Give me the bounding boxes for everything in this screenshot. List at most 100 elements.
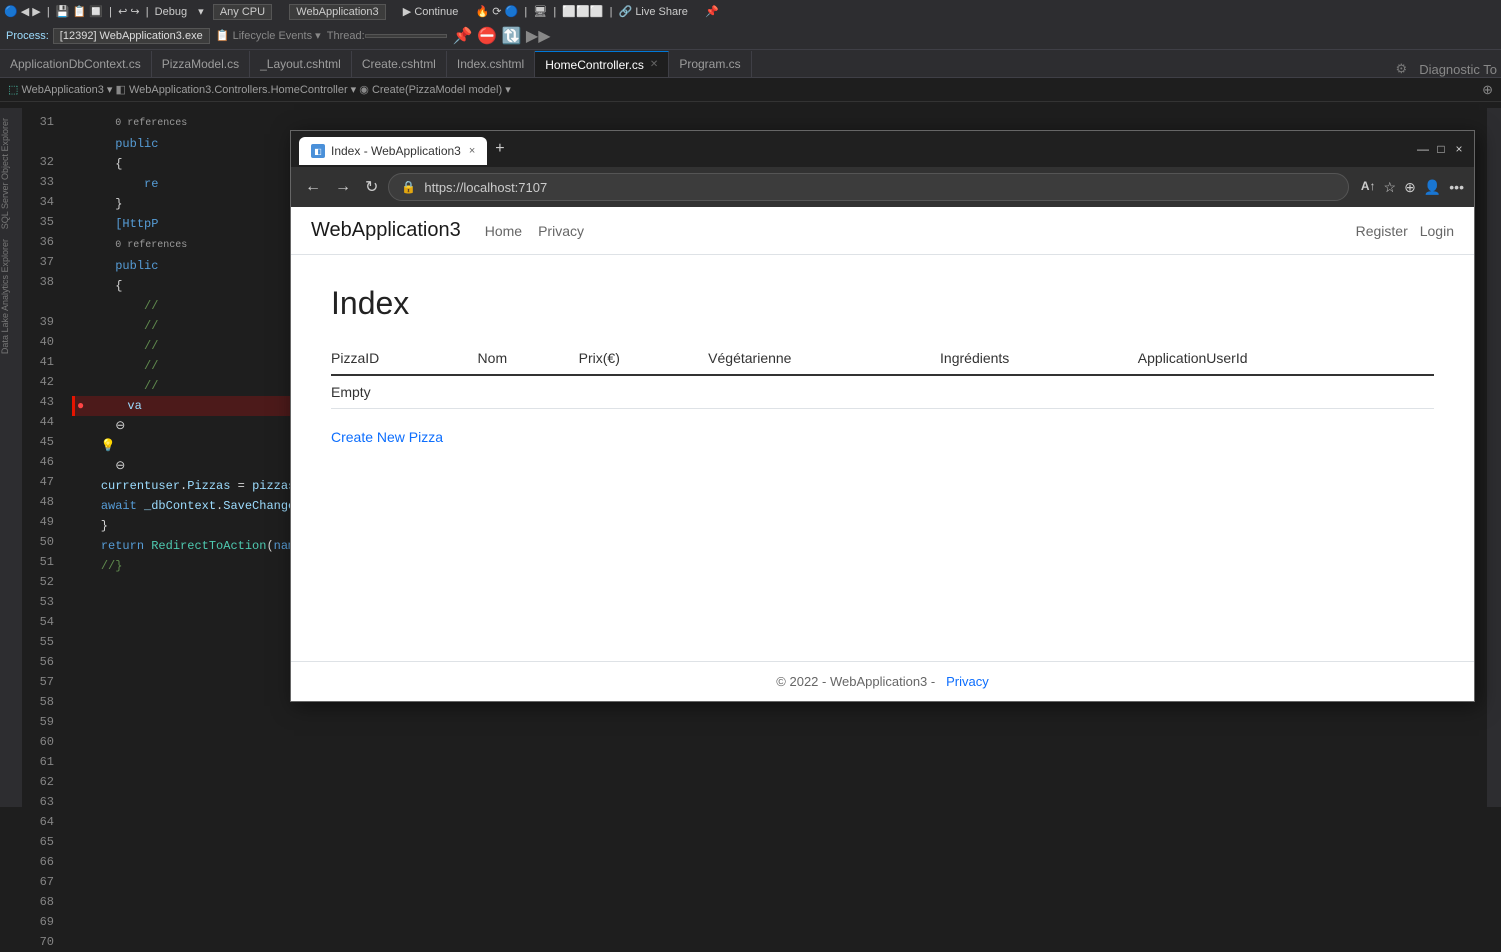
right-scrollbar[interactable] — [1487, 108, 1501, 807]
breadcrumb-project[interactable]: WebApplication3 — [21, 84, 103, 96]
lifecycle-label: 📋 Lifecycle Events ▾ — [216, 29, 321, 42]
left-sidebar: SQL Server Object Explorer Data Lake Ana… — [0, 108, 22, 807]
webapp-brand[interactable]: WebApplication3 — [311, 219, 461, 242]
line-num-68: 68 — [22, 892, 54, 912]
profile-icon[interactable]: 👤 — [1424, 179, 1441, 196]
diagnostic-sidebar-toggle[interactable]: Diagnostic To — [1415, 62, 1501, 77]
cpu-selector[interactable]: Any CPU — [213, 4, 272, 20]
line-num-ref: . — [22, 132, 54, 152]
line-num-46: 46 — [22, 452, 54, 472]
login-link[interactable]: Login — [1420, 223, 1454, 239]
line-num-67: 67 — [22, 872, 54, 892]
tab-create[interactable]: Create.cshtml — [352, 51, 447, 77]
tab-program[interactable]: Program.cs — [669, 51, 751, 77]
thread-value[interactable] — [365, 34, 447, 38]
tab-pizzamodel[interactable]: PizzaModel.cs — [152, 51, 250, 77]
line-num-40: 40 — [22, 332, 54, 352]
close-tab-icon[interactable]: ✕ — [650, 59, 658, 70]
line-number-column: 31 . 32 33 34 35 36 37 38 . 39 40 41 42 … — [22, 108, 58, 807]
code-line-40: public — [72, 256, 290, 276]
thread-label: Thread: — [327, 30, 365, 42]
line-num-60: 60 — [22, 732, 54, 752]
debug-menu[interactable]: Debug — [155, 6, 187, 18]
code-line-69: return RedirectToAction(nameof(Index)); — [72, 536, 290, 556]
new-tab-button[interactable]: + — [491, 136, 508, 162]
register-link[interactable]: Register — [1356, 223, 1408, 239]
col-pizzaid: PizzaID — [331, 342, 478, 375]
line-num-44: 44 — [22, 412, 54, 432]
window-close-button[interactable]: × — [1452, 142, 1466, 156]
tab-layout[interactable]: _Layout.cshtml — [250, 51, 352, 77]
tab-homecontroller[interactable]: HomeController.cs ✕ — [535, 51, 669, 77]
code-line-33: { — [72, 154, 290, 174]
ide-process-toolbar: Process: [12392] WebApplication3.exe 📋 L… — [0, 22, 1501, 50]
editor-breadcrumb: ⬚ WebApplication3 ▾ ◧ WebApplication3.Co… — [0, 78, 1501, 102]
add-file-icon[interactable]: ⊕ — [1482, 82, 1493, 98]
more-icon[interactable]: ••• — [1449, 179, 1464, 196]
browser-tab-index[interactable]: ◧ Index - WebApplication3 × — [299, 137, 487, 165]
nav-link-privacy[interactable]: Privacy — [538, 223, 584, 239]
nav-link-home[interactable]: Home — [485, 223, 522, 239]
line-num-54: 54 — [22, 612, 54, 632]
line-num-39: 39 — [22, 312, 54, 332]
line-num-55: 55 — [22, 632, 54, 652]
continue-btn[interactable]: Continue — [414, 6, 458, 18]
line-num-42: 42 — [22, 372, 54, 392]
ide-menu-items: 🔵 ◀ ▶ | 💾 📋 🔲 | ↩ ↪ | Debug ▾ Any CPU We… — [4, 5, 719, 18]
line-num-57: 57 — [22, 672, 54, 692]
line-num-50: 50 — [22, 532, 54, 552]
webapp-navbar: WebApplication3 Home Privacy Register Lo… — [291, 207, 1474, 255]
line-num-48: 48 — [22, 492, 54, 512]
address-bar[interactable]: 🔒 https://localhost:7107 — [388, 173, 1348, 201]
table-row-empty: Empty — [331, 375, 1434, 409]
code-line-47: ● va — [72, 396, 290, 416]
line-num-33: 33 — [22, 172, 54, 192]
back-button[interactable]: ← — [301, 174, 325, 200]
code-line-66: await _dbContext.SaveChangesAsync(); — [72, 496, 290, 516]
breadcrumb-method[interactable]: Create(PizzaModel model) — [372, 84, 502, 96]
col-vegetarienne: Végétarienne — [708, 342, 940, 375]
webapp-footer: © 2022 - WebApplication3 - Privacy — [291, 661, 1474, 701]
code-lines[interactable]: 0 references public { re } [HttpP 0 refe… — [72, 108, 290, 576]
live-share-btn[interactable]: Live Share — [635, 6, 688, 18]
forward-button[interactable]: → — [331, 174, 355, 200]
line-num-36: 36 — [22, 232, 54, 252]
window-minimize-button[interactable]: — — [1416, 142, 1430, 156]
tab-index[interactable]: Index.cshtml — [447, 51, 535, 77]
app-selector[interactable]: WebApplication3 — [289, 4, 385, 20]
window-controls: — □ × — [1416, 142, 1466, 156]
ide-top-bar: 🔵 ◀ ▶ | 💾 📋 🔲 | ↩ ↪ | Debug ▾ Any CPU We… — [0, 0, 1501, 22]
footer-privacy-link[interactable]: Privacy — [946, 674, 989, 689]
url-text: https://localhost:7107 — [424, 180, 547, 195]
read-aloud-icon[interactable]: A↑ — [1361, 179, 1376, 196]
code-line-38: [HttpP — [72, 214, 290, 234]
col-userid: ApplicationUserId — [1138, 342, 1434, 375]
process-label: Process: — [6, 30, 49, 42]
refresh-button[interactable]: ↻ — [361, 173, 382, 201]
window-maximize-button[interactable]: □ — [1434, 142, 1448, 156]
breadcrumb-class[interactable]: WebApplication3.Controllers.HomeControll… — [129, 84, 348, 96]
footer-text: © 2022 - WebApplication3 - — [776, 674, 935, 689]
line-num-63: 63 — [22, 792, 54, 812]
line-num-58: 58 — [22, 692, 54, 712]
code-line-67: } — [72, 516, 290, 536]
line-num-51: 51 — [22, 552, 54, 572]
code-line-45: // — [72, 356, 290, 376]
line-num-61: 61 — [22, 752, 54, 772]
line-num-70: 70 — [22, 932, 54, 952]
pizza-table: PizzaID Nom Prix(€) Végétarienne Ingrédi… — [331, 342, 1434, 409]
tab-settings-icon[interactable]: ⚙ — [1388, 61, 1416, 77]
code-line-31: 0 references — [72, 112, 290, 134]
empty-cell: Empty — [331, 375, 478, 409]
col-prix: Prix(€) — [579, 342, 709, 375]
create-new-pizza-link[interactable]: Create New Pizza — [331, 429, 443, 445]
breadcrumb-icon2: ◉ — [359, 83, 369, 96]
code-line-65: currentuser.Pizzas = pizzas; — [72, 476, 290, 496]
line-num-64: 64 — [22, 812, 54, 832]
collections-icon[interactable]: ⊕ — [1404, 179, 1416, 196]
tab-applicationdbcontext[interactable]: ApplicationDbContext.cs — [0, 51, 152, 77]
favorites-icon[interactable]: ☆ — [1384, 179, 1397, 196]
code-line-42: // — [72, 296, 290, 316]
process-value[interactable]: [12392] WebApplication3.exe — [53, 28, 210, 44]
browser-tab-close-icon[interactable]: × — [469, 145, 475, 157]
